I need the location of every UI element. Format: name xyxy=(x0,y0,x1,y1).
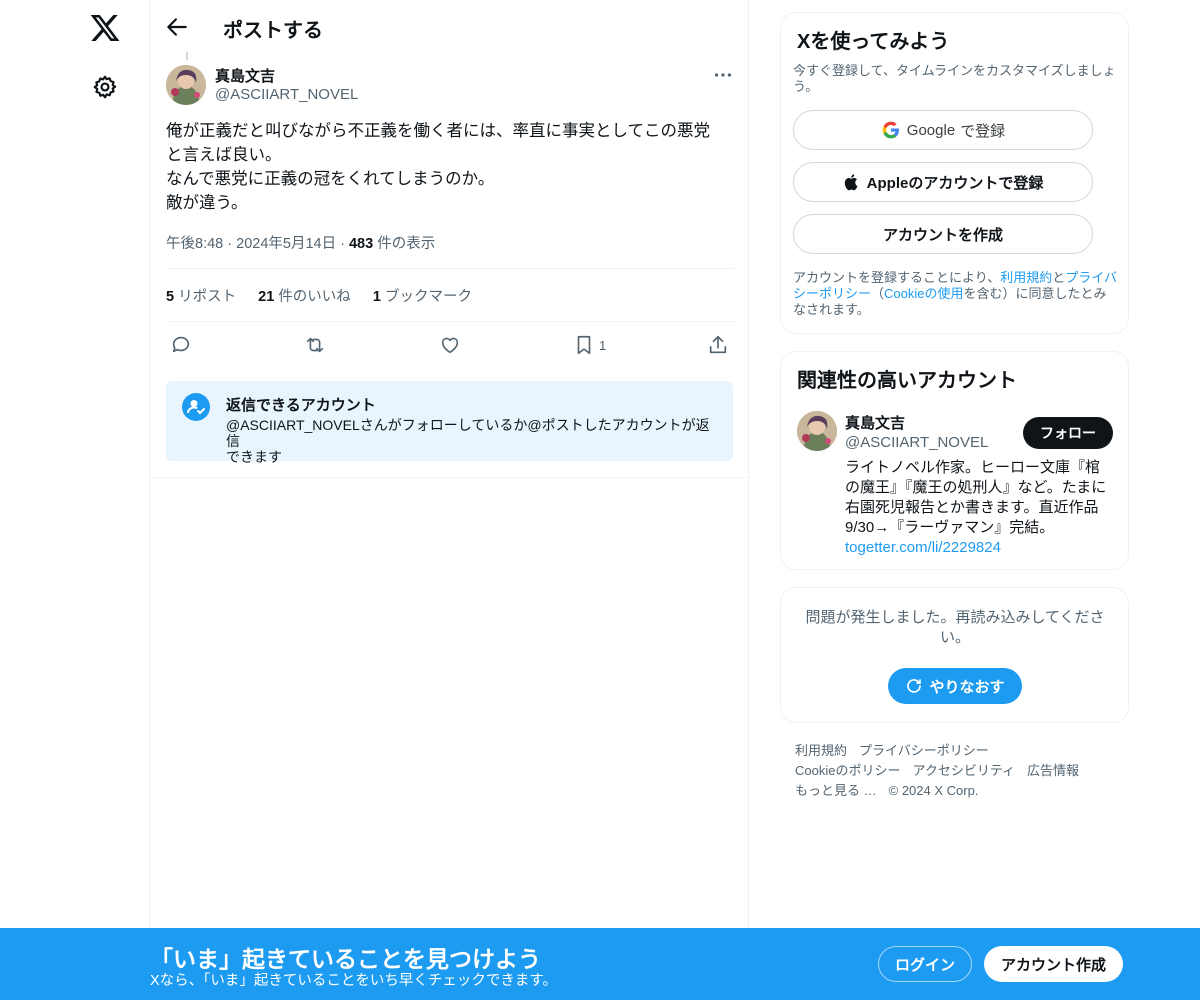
author-name[interactable]: 真島文吉 xyxy=(215,65,275,86)
google-icon xyxy=(882,121,899,139)
error-message: 問題が発生しました。再読み込みしてください。 xyxy=(805,609,1105,646)
terms-link[interactable]: 利用規約 xyxy=(1000,270,1052,285)
left-nav xyxy=(0,0,150,1000)
thread-line xyxy=(186,52,188,60)
bookmark-icon xyxy=(577,335,591,355)
likes-stat[interactable]: 21 件のいいね xyxy=(258,285,351,306)
reposts-stat[interactable]: 5 リポスト xyxy=(166,285,236,306)
related-handle[interactable]: @ASCIIART_NOVEL xyxy=(845,434,988,451)
retry-label: やりなおす xyxy=(929,678,1005,696)
reply-restriction-box: 返信できるアカウント @ASCIIART_NOVELさんがフォローしているか@ポ… xyxy=(166,381,733,465)
apple-signup-button[interactable]: Appleのアカウントで登録 xyxy=(793,162,1093,202)
main-column: ポストする 真島文吉 @ASCIIART_NOVEL 俺が正義だと叫びながら不正… xyxy=(149,0,750,1000)
divider xyxy=(166,321,734,322)
page-title: ポストする xyxy=(223,20,323,42)
share-icon xyxy=(709,335,727,354)
signup-card-title: Xを使ってみよう xyxy=(797,31,950,53)
avatar-image xyxy=(166,65,206,105)
post-date[interactable]: 2024年5月14日 xyxy=(236,236,336,252)
post-stats: 5 リポスト 21 件のいいね 1 ブックマーク xyxy=(166,285,490,306)
apple-signup-label: Appleのアカウントで登録 xyxy=(866,174,1044,192)
gear-icon[interactable] xyxy=(92,74,118,100)
main-header: ポストする xyxy=(150,0,750,53)
footer-terms-link[interactable]: 利用規約 xyxy=(795,743,847,758)
like-icon xyxy=(441,337,459,354)
error-card: 問題が発生しました。再読み込みしてください。 やりなおす xyxy=(780,587,1129,723)
retry-button[interactable]: やりなおす xyxy=(888,668,1022,704)
terms-text: （ xyxy=(871,286,885,301)
create-account-label: アカウントを作成 xyxy=(882,226,1003,244)
post-time[interactable]: 午後8:48 xyxy=(166,236,223,252)
footer-accessibility-link[interactable]: アクセシビリティ xyxy=(912,763,1015,778)
google-signup-button[interactable]: Google で登録 xyxy=(793,110,1093,150)
avatar[interactable] xyxy=(166,65,206,105)
related-accounts-title: 関連性の高いアカウント xyxy=(797,370,1017,392)
apple-icon xyxy=(844,174,858,191)
more-icon[interactable] xyxy=(712,64,734,86)
bookmarks-stat[interactable]: 1 ブックマーク xyxy=(373,285,472,306)
bookmark-button[interactable]: 1 xyxy=(573,332,606,358)
views-count: 483 xyxy=(348,236,374,252)
banner-subtitle: Xなら、「いま」起きていることをいち早くチェックできます。 xyxy=(150,973,557,989)
footer-cookie-link[interactable]: Cookieのポリシー xyxy=(795,763,900,778)
repost-icon xyxy=(306,337,324,353)
related-name[interactable]: 真島文吉 xyxy=(845,412,905,433)
x-logo-icon[interactable] xyxy=(89,12,121,44)
views-label: 件の表示 xyxy=(377,236,436,252)
refresh-icon xyxy=(907,679,922,693)
like-button[interactable] xyxy=(439,332,461,358)
share-button[interactable] xyxy=(707,332,729,358)
post-meta: 午後8:48 · 2024年5月14日 · 483 件の表示 xyxy=(166,232,435,253)
avatar[interactable] xyxy=(797,411,837,451)
reply-button[interactable] xyxy=(170,332,192,358)
related-bio-link[interactable]: togetter.com/li/2229824 xyxy=(845,539,1001,556)
follow-button[interactable]: フォロー xyxy=(1023,417,1113,449)
back-arrow-icon[interactable] xyxy=(164,14,190,40)
meta-separator: · xyxy=(227,236,237,252)
terms-text: アカウントを登録することにより、 xyxy=(793,270,1001,285)
google-signup-suffix: で登録 xyxy=(960,122,1006,140)
create-account-button[interactable]: アカウントを作成 xyxy=(793,214,1093,254)
signup-card: Xを使ってみよう 今すぐ登録して、タイムラインをカスタマイズしましょう。 Goo… xyxy=(780,12,1129,334)
repost-button[interactable] xyxy=(304,332,326,358)
google-signup-label: Google xyxy=(906,121,956,139)
signup-banner: 「いま」起きていることを見つけよう Xなら、「いま」起きていることをいち早くチェ… xyxy=(0,928,1200,1000)
reply-restriction-title: 返信できるアカウント xyxy=(226,397,376,414)
post-text: 俺が正義だと叫びながら不正義を働く者には、率直に事実としてこの悪党 と言えば良い… xyxy=(166,122,711,212)
signup-card-subtitle: 今すぐ登録して、タイムラインをカスタマイズしましょう。 xyxy=(793,63,1116,94)
reply-icon xyxy=(172,336,190,353)
cookie-link[interactable]: Cookieの使用 xyxy=(884,286,963,301)
terms-text: と xyxy=(1052,270,1066,285)
footer-more-link[interactable]: もっと見る … xyxy=(795,783,877,798)
related-accounts-card: 関連性の高いアカウント 真島文吉 @ASCIIART_NOVEL フォロー ライ… xyxy=(780,351,1129,570)
footer-links: 利用規約 プライバシーポリシー Cookieのポリシー アクセシビリティ 広告情報 も… xyxy=(795,741,1115,801)
footer-privacy-link[interactable]: プライバシーポリシー xyxy=(859,743,989,758)
bookmark-count: 1 xyxy=(599,337,607,353)
login-button[interactable]: ログイン xyxy=(878,946,972,982)
signup-terms: アカウントを登録することにより、利用規約とプライバシーポリシー（Cookieの使… xyxy=(793,270,1118,318)
footer-ads-link[interactable]: 広告情報 xyxy=(1027,763,1079,778)
reply-permission-icon xyxy=(182,393,210,421)
avatar-image xyxy=(797,411,837,451)
divider xyxy=(166,268,734,269)
meta-separator: · xyxy=(340,236,349,252)
divider xyxy=(150,477,750,478)
signup-button[interactable]: アカウント作成 xyxy=(984,946,1123,982)
author-handle[interactable]: @ASCIIART_NOVEL xyxy=(215,86,358,103)
copyright: © 2024 X Corp. xyxy=(888,783,979,798)
reply-restriction-description: @ASCIIART_NOVELさんがフォローしているか@ポストしたアカウントが返… xyxy=(226,417,710,465)
related-bio: ライトノベル作家。ヒーロー文庫『棺の魔王』『魔王の処刑人』など。たまに右園死児報… xyxy=(845,459,1107,536)
